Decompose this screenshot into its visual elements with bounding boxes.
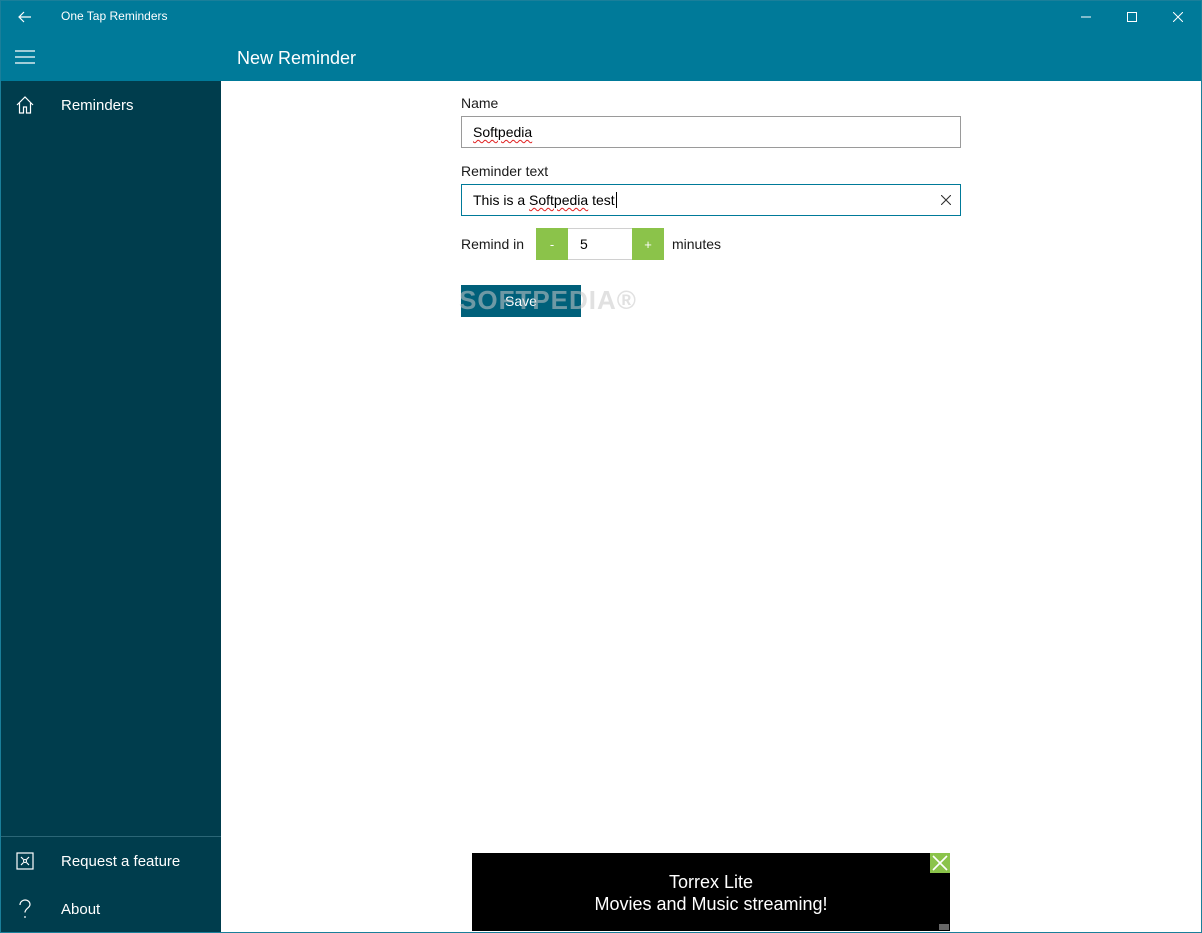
menu-button[interactable] — [1, 33, 49, 81]
minimize-button[interactable] — [1063, 1, 1109, 33]
name-field[interactable]: Softpedia — [461, 116, 961, 148]
ad-close-button[interactable] — [930, 853, 950, 873]
clear-icon — [941, 195, 951, 205]
text-caret — [615, 192, 617, 208]
app-header: New Reminder — [1, 33, 1201, 81]
ad-banner[interactable]: Torrex Lite Movies and Music streaming! — [472, 853, 950, 931]
home-icon — [1, 81, 49, 129]
arrow-left-icon — [18, 11, 31, 23]
window-title: One Tap Reminders — [61, 9, 168, 23]
reminder-text-field[interactable]: This is a Softpedia test — [461, 184, 961, 216]
back-button[interactable] — [1, 1, 49, 33]
sidebar-item-label: About — [61, 900, 101, 918]
sidebar-item-label: Request a feature — [61, 852, 181, 870]
maximize-icon — [1127, 12, 1137, 22]
sidebar-item-reminders[interactable]: Reminders — [1, 81, 221, 129]
reminder-text-misspelled: Softpedia — [529, 192, 589, 208]
minimize-icon — [1081, 16, 1091, 18]
reminder-text-suffix: test — [588, 192, 615, 208]
sidebar-item-label: Reminders — [61, 96, 134, 114]
app-window: One Tap Reminders New Reminder Reminders… — [0, 0, 1202, 933]
name-value: Softpedia — [473, 124, 533, 140]
clear-text-button[interactable] — [938, 192, 954, 208]
page-title: New Reminder — [237, 48, 357, 68]
feature-icon — [1, 837, 49, 885]
name-label: Name — [461, 95, 499, 111]
save-button[interactable]: Save — [461, 285, 581, 317]
ad-marker-icon — [939, 924, 949, 930]
remind-in-label: Remind in — [461, 236, 525, 252]
reminder-text-label: Reminder text — [461, 163, 549, 179]
close-icon — [932, 855, 948, 871]
maximize-button[interactable] — [1109, 1, 1155, 33]
sidebar-item-about[interactable]: About — [1, 885, 221, 933]
title-bar: One Tap Reminders — [1, 1, 1201, 33]
sidebar-item-request-feature[interactable]: Request a feature — [1, 837, 221, 885]
minutes-input[interactable]: 5 — [568, 228, 632, 260]
sidebar: Reminders Request a feature About — [1, 81, 221, 932]
close-icon — [1173, 12, 1183, 22]
increment-button[interactable]: + — [632, 228, 664, 260]
question-icon — [1, 885, 49, 933]
minutes-label: minutes — [672, 236, 722, 252]
hamburger-icon — [15, 50, 35, 64]
ad-title: Torrex Lite — [668, 872, 754, 892]
decrement-button[interactable]: - — [536, 228, 568, 260]
reminder-text-prefix: This is a — [473, 192, 530, 208]
close-button[interactable] — [1155, 1, 1201, 33]
ad-subtitle: Movies and Music streaming! — [594, 894, 828, 914]
